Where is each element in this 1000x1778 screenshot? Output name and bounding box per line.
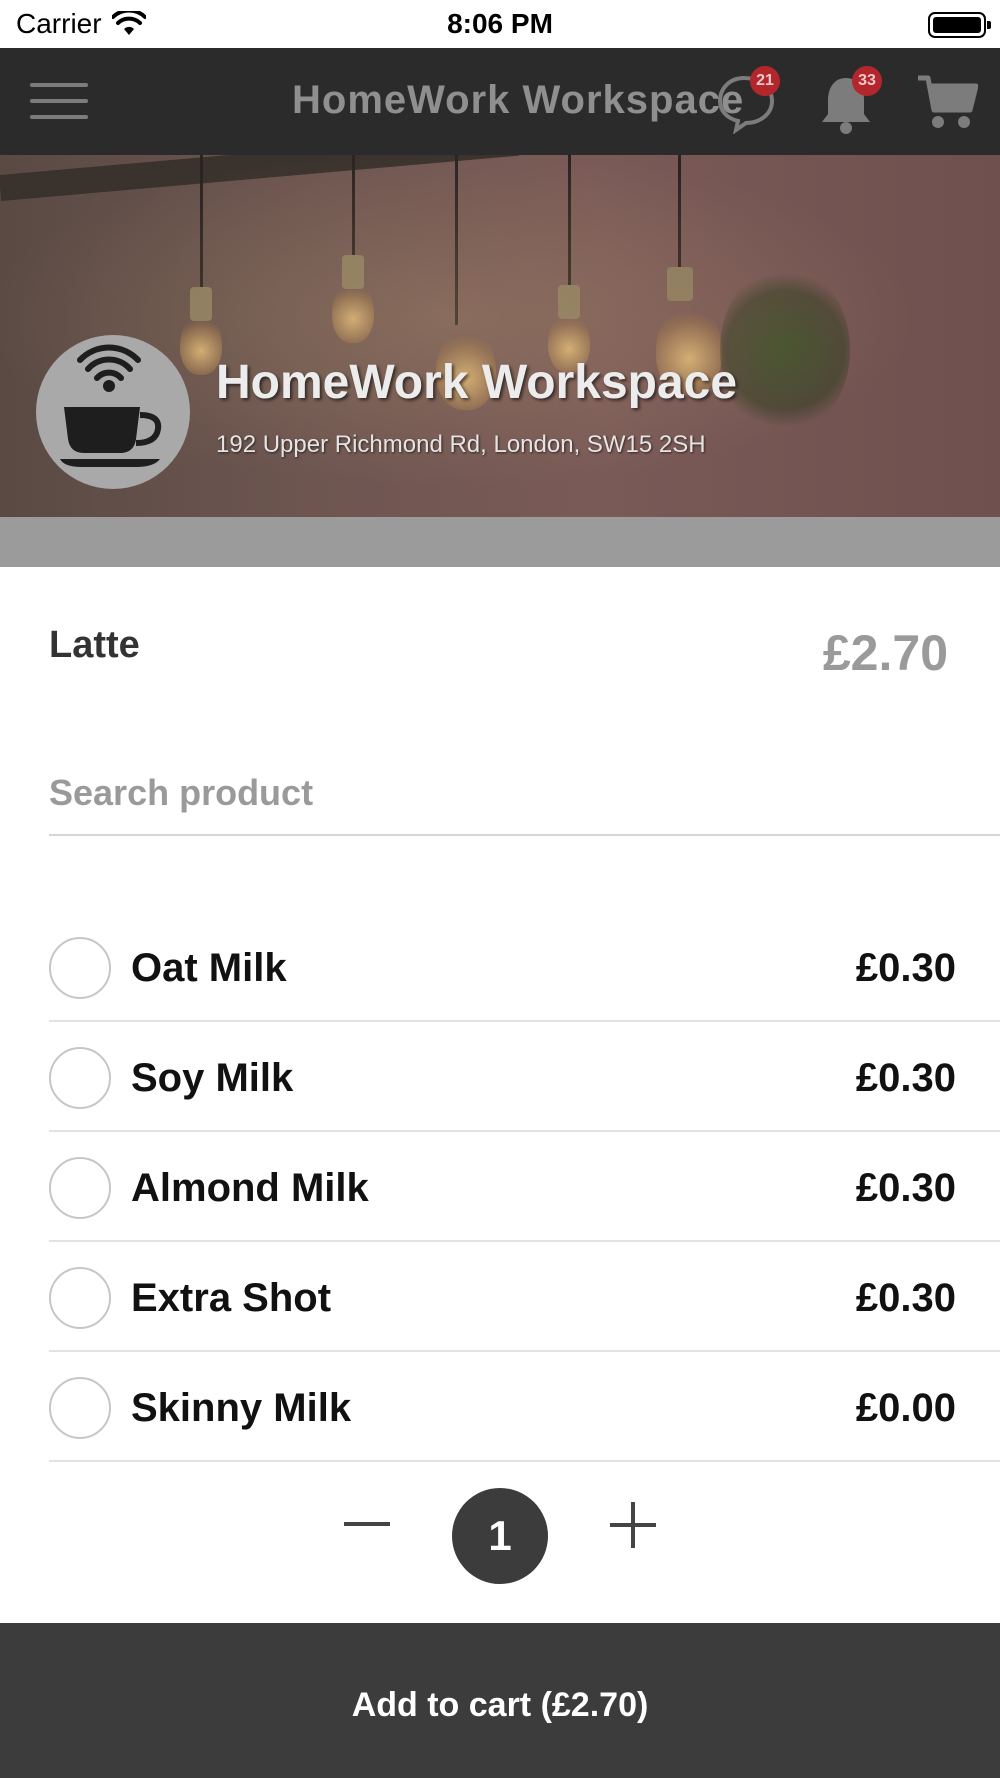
quantity-decrement-button[interactable]	[342, 1502, 394, 1546]
option-label: Soy Milk	[131, 1056, 294, 1100]
hamburger-menu-icon[interactable]	[30, 83, 88, 119]
quantity-value: 1	[452, 1488, 548, 1584]
option-row[interactable]: Almond Milk £0.30	[49, 1132, 1000, 1242]
option-price: £0.30	[855, 1056, 956, 1100]
option-label: Almond Milk	[131, 1166, 369, 1210]
notifications-button[interactable]: 33	[816, 66, 882, 141]
shopping-cart-icon	[918, 75, 979, 128]
status-bar: Carrier 8:06 PM	[0, 0, 1000, 48]
search-input[interactable]	[49, 752, 1000, 836]
option-radio[interactable]	[49, 1377, 111, 1439]
venue-banner: HomeWork Workspace 192 Upper Richmond Rd…	[0, 155, 1000, 517]
chat-button[interactable]: 21	[714, 66, 780, 139]
option-price: £0.30	[855, 1276, 956, 1320]
option-price: £0.00	[855, 1386, 956, 1430]
option-label: Oat Milk	[131, 946, 287, 990]
option-radio[interactable]	[49, 937, 111, 999]
option-label: Extra Shot	[131, 1276, 332, 1320]
cart-button[interactable]	[916, 74, 979, 137]
option-radio[interactable]	[49, 1267, 111, 1329]
option-price: £0.30	[855, 946, 956, 990]
product-name: Latte	[49, 624, 140, 666]
venue-logo	[36, 335, 190, 489]
clock: 8:06 PM	[447, 8, 553, 39]
notification-badge: 33	[852, 66, 882, 96]
venue-address: 192 Upper Richmond Rd, London, SW15 2SH	[216, 431, 706, 458]
option-price: £0.30	[855, 1166, 956, 1210]
option-radio[interactable]	[49, 1157, 111, 1219]
navigation-bar: HomeWork Workspace 21 33	[0, 48, 1000, 155]
option-row[interactable]: Extra Shot £0.30	[49, 1242, 1000, 1352]
option-radio[interactable]	[49, 1047, 111, 1109]
option-row[interactable]: Skinny Milk £0.00	[49, 1352, 1000, 1462]
product-price: £2.70	[822, 625, 948, 681]
option-row-partial[interactable]	[49, 1462, 1000, 1486]
banner-divider	[0, 517, 1000, 567]
quantity-increment-button[interactable]	[608, 1500, 658, 1550]
battery-icon	[928, 12, 991, 38]
add-to-cart-button[interactable]: Add to cart (£2.70)	[0, 1623, 1000, 1778]
minus-icon	[344, 1522, 390, 1526]
option-label: Skinny Milk	[131, 1386, 352, 1430]
chat-badge: 21	[750, 66, 780, 96]
venue-name: HomeWork Workspace	[216, 356, 738, 409]
nav-title: HomeWork Workspace	[292, 78, 745, 122]
options-list: Oat Milk £0.30 Soy Milk £0.30 Almond Mil…	[49, 912, 1000, 1486]
coffee-cup-wifi-icon	[60, 344, 162, 467]
option-row[interactable]: Oat Milk £0.30	[49, 912, 1000, 1022]
option-row[interactable]: Soy Milk £0.30	[49, 1022, 1000, 1132]
